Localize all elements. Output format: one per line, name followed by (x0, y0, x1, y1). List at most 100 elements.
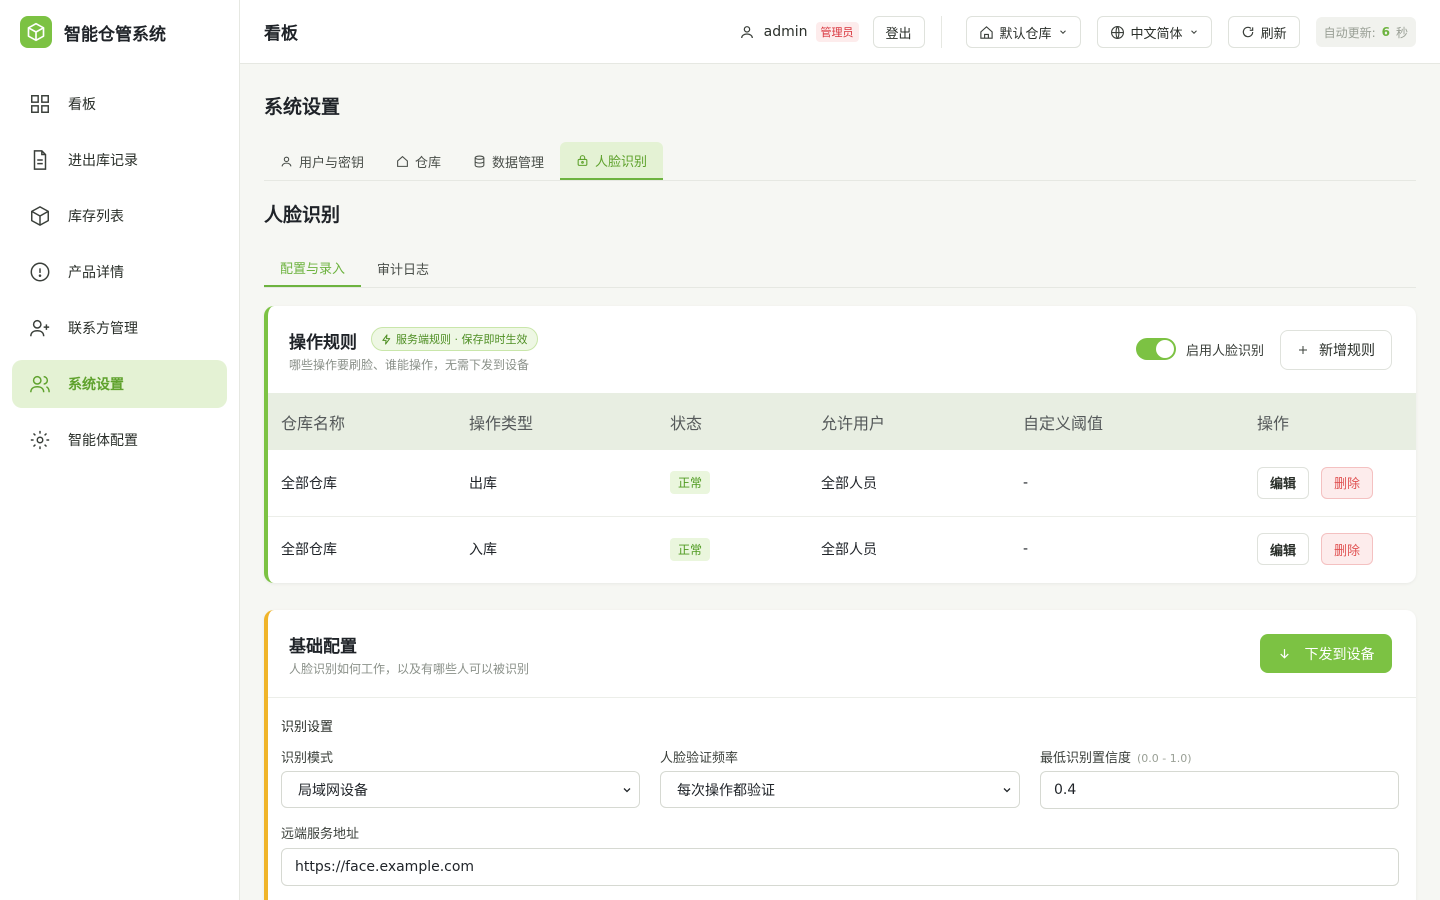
delete-button[interactable]: 删除 (1321, 466, 1373, 499)
username: admin (763, 24, 808, 40)
auto-refresh-value: 6 (1381, 25, 1390, 39)
sun-gear-icon (28, 428, 52, 452)
tab-face-recognition[interactable]: 人脸识别 (560, 142, 664, 180)
warehouse-value: 默认仓库 (999, 26, 1052, 42)
cell-threshold: - (1023, 474, 1029, 491)
home-icon (396, 155, 409, 168)
logout-button[interactable]: 登出 (872, 16, 925, 48)
table-header-row: 仓库名称 操作类型 状态 允许用户 自定义阈值 操作 (268, 393, 1416, 450)
user-plus-icon (28, 316, 52, 340)
subtab-audit-log[interactable]: 审计日志 (361, 250, 445, 287)
divider (940, 16, 942, 48)
delete-button[interactable]: 删除 (1321, 533, 1373, 566)
mode-value: 局域网设备 (298, 782, 368, 799)
confidence-hint: (0.0 - 1.0) (1137, 752, 1192, 765)
freq-value: 每次操作都验证 (677, 782, 775, 799)
globe-icon (1110, 25, 1125, 40)
cell-status: 正常 (670, 516, 821, 582)
sidebar-item-label: 智能体配置 (68, 433, 138, 449)
users-icon (28, 372, 52, 396)
add-rule-label: 新增规则 (1319, 343, 1375, 359)
confidence-value: 0.4 (1054, 782, 1077, 798)
settings-title: 系统设置 (264, 96, 341, 118)
brand-title: 智能仓管系统 (64, 24, 166, 45)
tag-label: 服务端规则 · 保存即时生效 (396, 333, 528, 346)
mode-select[interactable]: 局域网设备 (281, 771, 640, 808)
sidebar-item-settings[interactable]: 系统设置 (12, 360, 227, 408)
confidence-input[interactable]: 0.4 (1040, 771, 1399, 809)
column-header: 仓库名称 (281, 413, 346, 433)
rules-table: 仓库名称 操作类型 状态 允许用户 自定义阈值 操作 全部仓库 出库 正常 全部… (268, 393, 1416, 582)
column-header: 操作 (1257, 413, 1290, 433)
cell-type: 出库 (469, 475, 497, 492)
auto-refresh-indicator: 自动更新: 6 秒 (1315, 17, 1416, 47)
warehouse-select[interactable]: 默认仓库 (965, 16, 1081, 48)
tab-users-keys[interactable]: 用户与密钥 (264, 142, 380, 180)
tab-label: 数据管理 (492, 155, 545, 171)
subtab-config[interactable]: 配置与录入 (264, 250, 362, 287)
freq-select[interactable]: 每次操作都验证 (660, 771, 1020, 808)
confidence-label: 最低识别置信度 (1040, 751, 1132, 766)
face-toggle-group: 启用人脸识别 (1135, 338, 1264, 360)
edit-button[interactable]: 编辑 (1257, 466, 1309, 499)
sidebar-item-products[interactable]: 产品详情 (12, 248, 227, 296)
basic-card-body: 识别设置 识别模式 局域网设备 人脸验证频率 每次操作都验证 最低识别置信度 (0… (268, 697, 1416, 900)
box-logo-icon (20, 16, 52, 48)
tab-label: 仓库 (415, 155, 442, 171)
table-row: 全部仓库 出库 正常 全部人员 - 编辑 删除 (268, 450, 1416, 516)
tab-warehouse[interactable]: 仓库 (380, 142, 457, 180)
user-icon (739, 24, 755, 40)
freq-label: 人脸验证频率 (660, 751, 739, 766)
box-icon (28, 204, 52, 228)
edit-button[interactable]: 编辑 (1257, 533, 1309, 566)
sidebar-item-label: 产品详情 (68, 265, 124, 281)
home-icon (979, 25, 994, 40)
sidebar-item-label: 库存列表 (68, 209, 124, 225)
tab-data-management[interactable]: 数据管理 (457, 142, 560, 180)
face-lock-icon (576, 154, 589, 167)
cell-type: 入库 (469, 542, 497, 559)
sidebar: 智能仓管系统 看板 进出库记录 库存列表 产品详情 联系方管理 系统设置 智能体… (0, 0, 240, 900)
mode-label: 识别模式 (281, 751, 334, 766)
cell-actions: 编辑 删除 (1257, 516, 1416, 582)
auto-refresh-unit: 秒 (1395, 25, 1408, 40)
refresh-label: 刷新 (1260, 26, 1287, 42)
sidebar-item-contacts[interactable]: 联系方管理 (12, 304, 227, 352)
language-select[interactable]: 中文简体 (1096, 16, 1212, 48)
info-icon (28, 260, 52, 284)
column-header: 自定义阈值 (1023, 413, 1104, 433)
grid-icon (28, 92, 52, 116)
sidebar-item-agent[interactable]: 智能体配置 (12, 416, 227, 464)
rules-title: 操作规则 (289, 333, 357, 353)
auto-refresh-label: 自动更新: (1323, 25, 1376, 40)
document-icon (28, 148, 52, 172)
basic-desc: 人脸识别如何工作，以及有哪些人可以被识别 (289, 662, 530, 676)
language-value: 中文简体 (1130, 26, 1183, 42)
add-rule-button[interactable]: 新增规则 (1280, 330, 1392, 370)
refresh-button[interactable]: 刷新 (1227, 16, 1300, 48)
lightning-icon (381, 333, 392, 345)
sidebar-nav: 看板 进出库记录 库存列表 产品详情 联系方管理 系统设置 智能体配置 (0, 80, 239, 464)
face-enable-toggle[interactable] (1135, 338, 1176, 360)
settings-tabs: 用户与密钥 仓库 数据管理 人脸识别 (264, 142, 1416, 181)
remote-url-input[interactable]: https://face.example.com (281, 848, 1399, 886)
tab-label: 用户与密钥 (299, 155, 365, 171)
cell-threshold: - (1023, 541, 1029, 558)
tab-label: 人脸识别 (595, 154, 648, 170)
rules-desc: 哪些操作要刷脸、谁能操作，无需下发到设备 (289, 358, 530, 372)
sidebar-item-records[interactable]: 进出库记录 (12, 136, 227, 184)
cell-users: 全部人员 (821, 475, 877, 492)
rules-card: 操作规则 服务端规则 · 保存即时生效 哪些操作要刷脸、谁能操作，无需下发到设备… (264, 306, 1416, 583)
dispatch-to-device-button[interactable]: 下发到设备 (1260, 634, 1392, 673)
sidebar-item-label: 系统设置 (68, 377, 124, 393)
sidebar-item-inventory[interactable]: 库存列表 (12, 192, 227, 240)
sidebar-item-dashboard[interactable]: 看板 (12, 80, 227, 128)
plus-icon (1297, 344, 1309, 356)
basic-config-card: 基础配置 人脸识别如何工作，以及有哪些人可以被识别 下发到设备 识别设置 识别模… (264, 610, 1416, 900)
status-badge: 正常 (670, 537, 711, 561)
role-badge: 管理员 (815, 22, 859, 42)
chevron-down-icon (1189, 27, 1199, 37)
toggle-label: 启用人脸识别 (1185, 343, 1264, 359)
cell-status: 正常 (670, 450, 821, 516)
sidebar-item-label: 进出库记录 (68, 153, 138, 169)
